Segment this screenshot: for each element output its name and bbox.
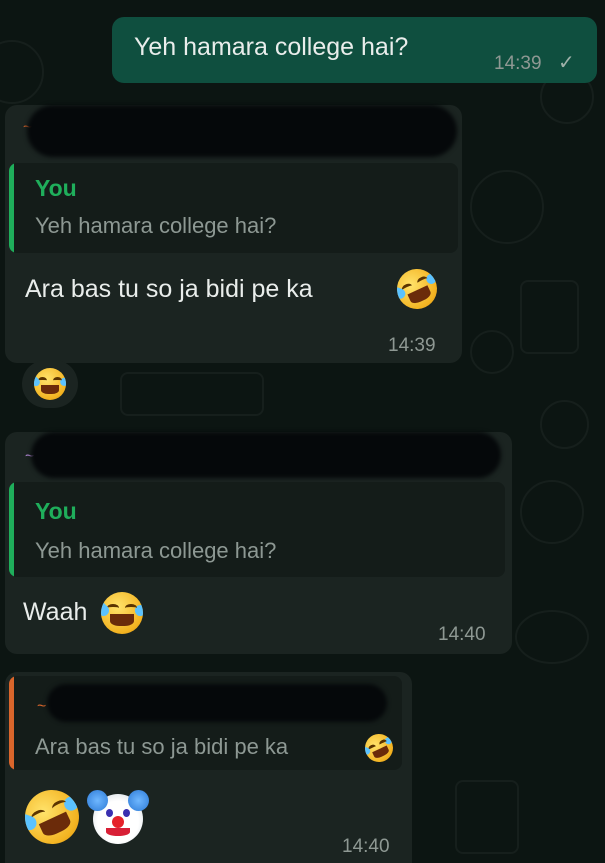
message-text: Yeh hamara college hai? — [134, 33, 409, 61]
redacted-sender-name — [31, 432, 501, 478]
redacted-quote-sender — [47, 684, 387, 722]
quote-text: Yeh hamara college hai? — [35, 213, 277, 238]
message-text: Waah — [23, 598, 88, 626]
quote-sender-name: ~ — [37, 698, 47, 715]
quote-bar — [9, 482, 14, 577]
message-text: Ara bas tu so ja bidi pe ka — [25, 275, 313, 303]
quote-author: You — [35, 498, 77, 524]
quoted-message[interactable]: ~ Ara bas tu so ja bidi pe ka — [9, 676, 402, 770]
quote-author: You — [35, 175, 77, 201]
quote-text: Ara bas tu so ja bidi pe ka — [35, 734, 289, 759]
message-time: 14:40 — [438, 624, 486, 645]
quote-bar — [9, 163, 14, 253]
clown-face-emoji — [87, 790, 149, 844]
quote-bar — [9, 676, 14, 770]
redacted-sender-name — [27, 105, 457, 157]
message-time: 14:39 — [494, 53, 542, 74]
message-time: 14:39 — [388, 335, 436, 356]
rolling-on-floor-laughing-emoji — [16, 781, 88, 853]
single-check-icon: ✓ — [558, 52, 575, 74]
quoted-message[interactable]: You Yeh hamara college hai? — [9, 482, 505, 577]
reaction-chip[interactable] — [22, 360, 78, 408]
outgoing-message-bubble[interactable]: Yeh hamara college hai? 14:39 ✓ — [112, 17, 597, 83]
quote-text: Yeh hamara college hai? — [35, 538, 277, 563]
quoted-message[interactable]: You Yeh hamara college hai? — [9, 163, 458, 253]
incoming-message-bubble[interactable]: ~ You Yeh hamara college hai? Ara bas tu… — [5, 105, 462, 363]
incoming-message-bubble[interactable]: ~ Ara bas tu so ja bidi pe ka 14:40 — [5, 672, 412, 863]
face-with-tears-of-joy-emoji — [34, 368, 66, 400]
rolling-on-floor-laughing-emoji — [390, 262, 444, 316]
face-with-tears-of-joy-emoji — [101, 592, 143, 634]
rolling-on-floor-laughing-emoji — [360, 729, 398, 767]
incoming-message-bubble[interactable]: ~ You Yeh hamara college hai? Waah 14:40 — [5, 432, 512, 654]
message-time: 14:40 — [342, 836, 390, 857]
